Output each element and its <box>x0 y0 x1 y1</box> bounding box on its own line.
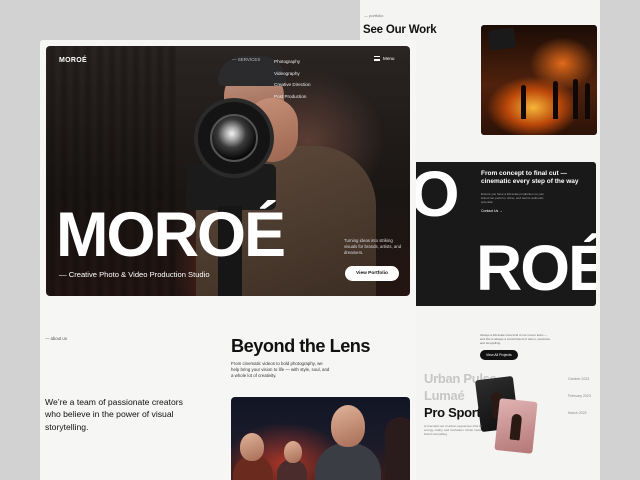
menu-label: Menu <box>383 56 395 61</box>
about-statement: We’re a team of passionate creators who … <box>45 397 183 432</box>
banner-tagline: From concept to final cut — cinematic ev… <box>481 170 579 186</box>
nav-item-post-production[interactable]: Post Production <box>274 91 311 103</box>
menu-button[interactable]: Menu <box>374 56 395 61</box>
project-title[interactable]: Pro Sport <box>424 405 481 420</box>
film-set-photo <box>481 25 597 135</box>
home-page: MOROÉ — SERVICES Photography Videography… <box>40 40 416 480</box>
beyond-the-lens-description: From cinematic videos to bold photograph… <box>231 361 330 379</box>
crew-silhouette <box>585 83 590 119</box>
contact-link[interactable]: Contact Us → <box>481 209 503 213</box>
site-logo[interactable]: MOROÉ <box>59 57 87 64</box>
crew-silhouette <box>553 81 558 119</box>
camera-lens-glass <box>210 114 258 162</box>
project-date: March 2023 <box>568 411 587 415</box>
services-nav: Photography Videography Creative Directi… <box>274 56 311 102</box>
team-member-face <box>284 441 302 463</box>
view-all-projects-button[interactable]: View All Projects <box>480 350 518 360</box>
project-thumbnail[interactable] <box>494 398 538 454</box>
nav-item-videography[interactable]: Videography <box>274 68 311 80</box>
nav-item-photography[interactable]: Photography <box>274 56 311 68</box>
studio-light <box>487 27 517 51</box>
services-label: — SERVICES <box>232 57 261 62</box>
banner-description: Ensure you have a full-scale production … <box>481 192 545 205</box>
hero-title: MOROÉ <box>56 200 286 270</box>
see-our-work-heading: See Our Work <box>363 24 437 36</box>
athlete-figure <box>509 413 523 441</box>
crew-silhouette <box>573 79 578 119</box>
hero-subtitle: — Creative Photo & Video Production Stud… <box>59 270 210 279</box>
team-member-face <box>331 405 365 447</box>
portfolio-crumb: — portfolio <box>364 13 384 18</box>
team-photo <box>231 397 410 480</box>
nav-item-creative-direction[interactable]: Creative Direction <box>274 79 311 91</box>
hero-section: MOROÉ — SERVICES Photography Videography… <box>46 46 410 296</box>
projects-intro: Always a full-scale crew kind of our rec… <box>480 333 551 346</box>
crew-silhouette <box>521 85 526 119</box>
view-portfolio-button[interactable]: View Portfolio <box>345 266 399 281</box>
project-date: February 2023 <box>568 394 591 398</box>
team-member-face <box>240 433 264 461</box>
project-description: A cinematic set of action sequences shot… <box>424 424 483 437</box>
team-member-body <box>385 417 410 480</box>
about-label: — about us <box>45 336 67 341</box>
banner-big-word-2: ROÉ <box>476 232 596 304</box>
hamburger-icon <box>374 56 380 61</box>
hero-side-text: Turning ideas into striking visuals for … <box>344 238 402 255</box>
team-member-body <box>315 443 381 480</box>
project-title[interactable]: Lumaé <box>424 388 465 403</box>
beyond-the-lens-title: Beyond the Lens <box>231 336 371 356</box>
project-date: October 2023 <box>568 377 590 381</box>
